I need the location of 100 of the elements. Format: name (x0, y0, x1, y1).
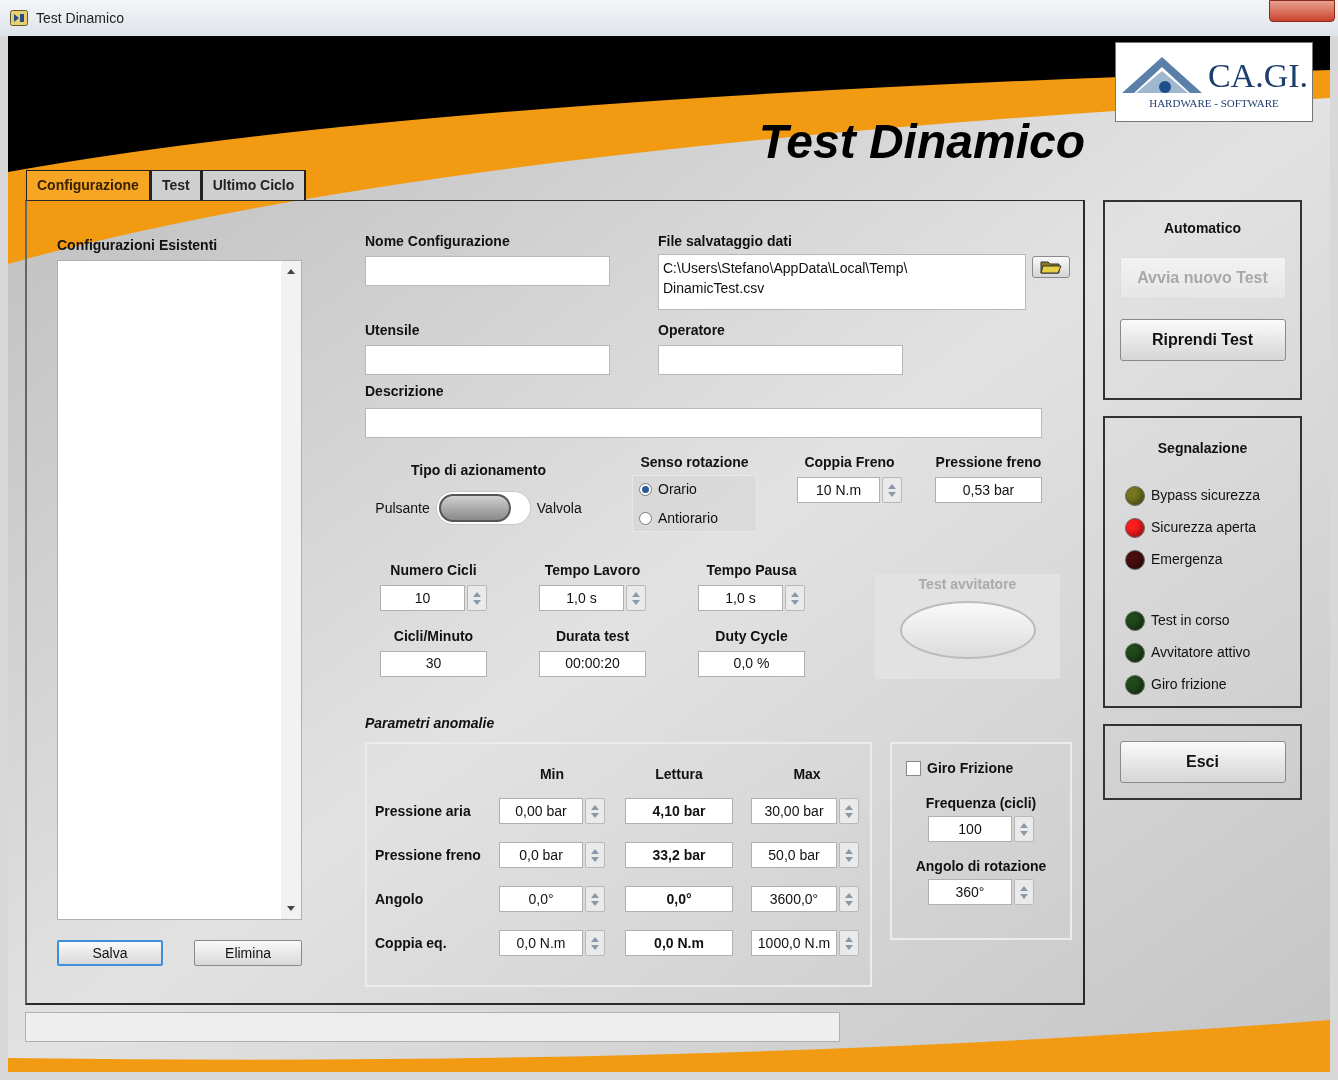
number-display: 30 (380, 650, 487, 677)
down-arrow-icon (791, 599, 799, 605)
radio-label: Orario (658, 479, 697, 499)
spin-button[interactable] (1014, 879, 1034, 905)
up-arrow-icon (1020, 885, 1028, 891)
number-field[interactable]: 50,0 bar (751, 842, 837, 868)
up-arrow-icon (845, 804, 853, 810)
number-display: 00:00:20 (539, 650, 646, 677)
field-label: Cicli/Minuto (393, 626, 474, 646)
up-arrow-icon (632, 591, 640, 597)
toggle-label: Pulsante (375, 498, 430, 518)
field-label: Nome Configurazione (365, 232, 511, 251)
spin-button[interactable] (626, 585, 646, 611)
spin-button[interactable] (839, 798, 859, 824)
down-arrow-icon (591, 856, 599, 862)
up-arrow-icon (591, 804, 599, 810)
spin-button[interactable] (467, 585, 487, 611)
number-display: 33,2 bar (625, 842, 733, 868)
spin-button[interactable] (785, 585, 805, 611)
column-header: Min (538, 764, 566, 784)
spin-button[interactable] (882, 477, 902, 503)
field-label: Tempo Pausa (706, 561, 797, 580)
up-arrow-icon (591, 936, 599, 942)
up-arrow-icon (791, 591, 799, 597)
number-field[interactable]: 10 (380, 585, 465, 611)
action-button[interactable]: Riprendi Test (1119, 319, 1286, 361)
number-display: 0,0 N.m (625, 930, 733, 956)
tab[interactable]: Configurazione (26, 170, 151, 200)
number-field[interactable]: 3600,0° (751, 886, 837, 912)
down-arrow-icon (632, 599, 640, 605)
down-arrow-icon (845, 944, 853, 950)
light-label: Bypass sicurezza (1151, 486, 1260, 505)
exit-button[interactable]: Esci (1119, 741, 1286, 783)
number-field[interactable]: 0,0 bar (499, 842, 583, 868)
field-label: File salvataggio dati (658, 232, 793, 251)
number-field[interactable]: 30,00 bar (751, 798, 837, 824)
down-arrow-icon (845, 856, 853, 862)
config-button[interactable]: Salva (57, 940, 163, 966)
field-label: Descrizione (365, 382, 445, 401)
down-arrow-icon (1020, 830, 1028, 836)
light-label: Avvitatore attivo (1151, 643, 1251, 662)
field-label: Angolo di rotazione (915, 857, 1047, 876)
field-label: Automatico (1164, 219, 1241, 238)
row-label: Pressione aria (375, 801, 472, 821)
field-label: Tipo di azionamento (410, 461, 547, 480)
browse-button[interactable] (1032, 256, 1070, 278)
toggle-switch[interactable] (435, 491, 531, 525)
logo-tagline: HARDWARE - SOFTWARE (1149, 95, 1279, 111)
scroll-up-icon (287, 269, 295, 274)
number-field[interactable]: 10 N.m (797, 477, 880, 503)
close-button[interactable] (1269, 0, 1335, 22)
light-label: Test in corso (1151, 611, 1230, 630)
number-field[interactable]: 0,00 bar (499, 798, 583, 824)
number-display: 0,53 bar (935, 477, 1042, 503)
number-field[interactable]: 1000,0 N.m (751, 930, 837, 956)
spin-button[interactable] (839, 930, 859, 956)
file-path-field[interactable]: C:\Users\Stefano\AppData\Local\Temp\ DinamicTest.csv (658, 254, 1026, 310)
radio-label: Antiorario (658, 508, 718, 528)
folder-icon (1040, 260, 1062, 274)
checkbox-label: Giro Frizione (927, 759, 1014, 778)
up-arrow-icon (845, 936, 853, 942)
spin-button[interactable] (839, 842, 859, 868)
down-arrow-icon (591, 900, 599, 906)
spin-button[interactable] (585, 842, 605, 868)
logo-name: CA.GI. (1207, 56, 1309, 95)
up-arrow-icon (473, 591, 481, 597)
file-path-text: C:\Users\Stefano\AppData\Local\Temp\ (663, 259, 909, 278)
up-arrow-icon (591, 892, 599, 898)
text-field[interactable] (658, 345, 903, 375)
tab[interactable]: Test (150, 170, 202, 200)
field-label: Coppia Freno (804, 453, 895, 472)
app-icon (10, 10, 28, 26)
field-label: Senso rotazione (640, 453, 749, 472)
number-field[interactable]: 1,0 s (698, 585, 783, 611)
field-label: Tempo Lavoro (544, 561, 641, 580)
number-field[interactable]: 0,0° (499, 886, 583, 912)
number-field[interactable]: 100 (928, 816, 1012, 842)
field-label: Numero Cicli (390, 561, 477, 580)
number-field[interactable]: 360° (928, 879, 1012, 905)
field-label: Segnalazione (1157, 439, 1248, 458)
config-button[interactable]: Elimina (194, 940, 302, 966)
down-arrow-icon (473, 599, 481, 605)
toggle-label: Valvola (536, 498, 582, 518)
spin-button[interactable] (839, 886, 859, 912)
field-label: Durata test (555, 626, 630, 646)
spin-button[interactable] (585, 798, 605, 824)
spin-button[interactable] (585, 886, 605, 912)
tab[interactable]: Ultimo Ciclo (201, 170, 307, 200)
scrollbar[interactable] (281, 261, 301, 919)
number-field[interactable]: 0,0 N.m (499, 930, 583, 956)
up-arrow-icon (1020, 822, 1028, 828)
number-field[interactable]: 1,0 s (539, 585, 624, 611)
number-display: 0,0 % (698, 650, 805, 677)
up-arrow-icon (888, 483, 896, 489)
text-field[interactable] (365, 408, 1042, 438)
spin-button[interactable] (1014, 816, 1034, 842)
checkbox[interactable] (906, 761, 921, 776)
text-field[interactable] (365, 256, 610, 286)
text-field[interactable] (365, 345, 610, 375)
spin-button[interactable] (585, 930, 605, 956)
